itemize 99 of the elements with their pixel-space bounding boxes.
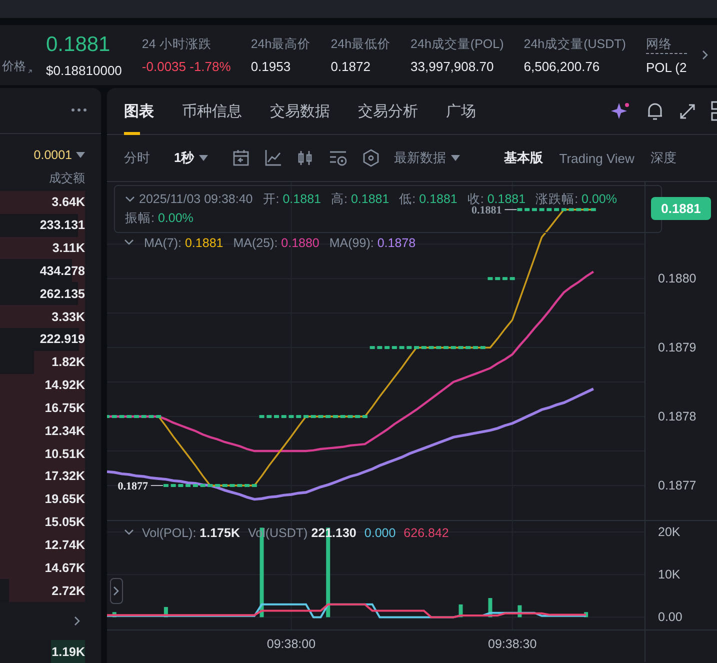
stat-value: POL (2 [646,60,687,74]
more-icon[interactable] [71,108,87,112]
field-value: 0.00% [158,211,194,225]
price-label: 价格 [2,58,26,75]
time-label: 09:38:00 [266,637,316,651]
column-header: 成交额 [48,170,86,187]
last-price: 0.1881 [46,32,112,56]
tick-size[interactable]: 0.0001 [34,148,72,162]
field-label: 高: [330,192,348,206]
stat-value: -0.0035 -1.78% [142,59,231,74]
volume-ma-value: 0.000 [364,526,396,540]
trade-amount: 15.05K [44,515,85,530]
caret-icon [199,155,208,161]
field-value: 0.1881 [282,192,321,206]
axis-label: 20K [658,524,680,539]
trade-amount: 262.135 [40,286,85,301]
trade-amount: 12.74K [44,538,85,552]
trade-amount: 3.64K [52,195,85,210]
axis-label: 0.1878 [658,410,696,424]
stat-value: 0.1872 [330,59,372,74]
field-value: 0.1881 [487,192,526,206]
ma-value: 0.1878 [377,236,416,250]
external-link-icon [28,68,32,75]
view-option[interactable]: 基本版 [504,149,544,167]
trade-amount: 3.33K [52,310,85,324]
axis-label: 10K [658,568,680,582]
volume-value: 1.175K [200,526,240,540]
trade-amount: 10.51K [44,446,85,461]
sparkle-icon[interactable] [611,101,631,121]
axis-label: 0.1880 [658,272,696,286]
tab[interactable]: 广场 [446,88,476,134]
stat-label: 24 小时涨跌 [142,36,212,53]
ma-value: 0.1881 [184,236,224,250]
trade-amount: 19.65K [44,492,85,506]
stat-value: 6,506,200.76 [524,59,601,74]
stat-label: 24h成交量(POL) [410,36,504,53]
line-series [107,603,587,618]
axis-label: 0.1877 [658,478,696,492]
tab[interactable]: 交易数据 [270,88,330,134]
ma-value: 0.1880 [281,236,320,250]
field-value: 0.1881 [419,192,458,206]
trade-amount: 434.278 [40,264,85,278]
interval-option[interactable]: 分时 [124,149,150,167]
trade-amount: 222.919 [40,332,85,346]
hexagon-icon[interactable] [362,149,380,167]
trade-amount: 1.19K [52,644,85,659]
trade-amount: 1.82K [52,355,85,370]
field-value: 0.00% [582,192,617,206]
tab[interactable]: 币种信息 [182,88,242,134]
field-label: 涨跌幅: [536,192,578,206]
ma-label: MA(99): [329,236,374,250]
trade-amount: 14.92K [44,378,85,392]
ma-label: MA(7): [144,236,182,250]
field-label: 低: [399,192,416,206]
bell-icon[interactable] [646,102,664,120]
candle-time: 2025/11/03 09:38:40 [139,191,253,208]
line-chart-icon[interactable] [264,149,282,167]
stat-label: 24h最高价 [250,36,311,53]
annotation: 0.1881 [471,204,502,217]
trade-amount: 2.72K [52,584,85,598]
field-label: 开: [262,192,280,206]
ma-label: MA(25): [233,236,278,250]
volume-ma-value: 626.842 [404,526,449,540]
tab[interactable]: 图表 [124,88,154,134]
indicator-settings-icon[interactable] [328,149,348,167]
tab[interactable]: 交易分析 [358,88,418,134]
usd-price: $0.18810000 [46,62,122,78]
axis-label: 0.00 [658,610,682,624]
expand-icon[interactable] [679,102,696,120]
time-label: 09:38:30 [488,637,537,651]
view-option[interactable]: Trading View [559,149,634,167]
annotation: 0.1877 [118,480,148,493]
chevron-right-icon [112,586,122,596]
trade-amount: 17.32K [44,469,85,484]
view-option[interactable]: 深度 [650,149,676,167]
field-label: 振幅: [125,211,154,225]
caret-icon [76,152,85,158]
stat-value: 0.1953 [250,59,292,74]
trade-amount: 14.67K [44,560,85,575]
volume-label: Vol(POL): [142,526,196,540]
expand-panel-button[interactable] [110,578,123,604]
trade-amount: 3.11K [52,241,85,256]
chevron-down-icon [125,194,135,204]
stat-label: 网络 [646,36,687,54]
trade-amount: 12.34K [44,424,85,438]
field-value: 0.1881 [350,192,390,206]
trade-amount: 233.131 [40,218,85,232]
data-dropdown[interactable]: 最新数据 [394,149,460,167]
stat-value: 33,997,908.70 [410,59,495,74]
interval-option[interactable]: 1秒 [174,149,208,167]
calendar-icon[interactable] [232,149,250,167]
price-tag: 0.1881 [651,197,711,220]
stat-label: 24h最低价 [330,36,391,53]
caret-icon [451,155,460,161]
field-label: 收: [467,192,484,206]
candlestick-icon[interactable] [296,149,314,167]
axis-label: 0.1879 [658,340,696,355]
stat-label: 24h成交量(USDT) [524,36,626,53]
trade-amount: 16.75K [44,400,85,415]
